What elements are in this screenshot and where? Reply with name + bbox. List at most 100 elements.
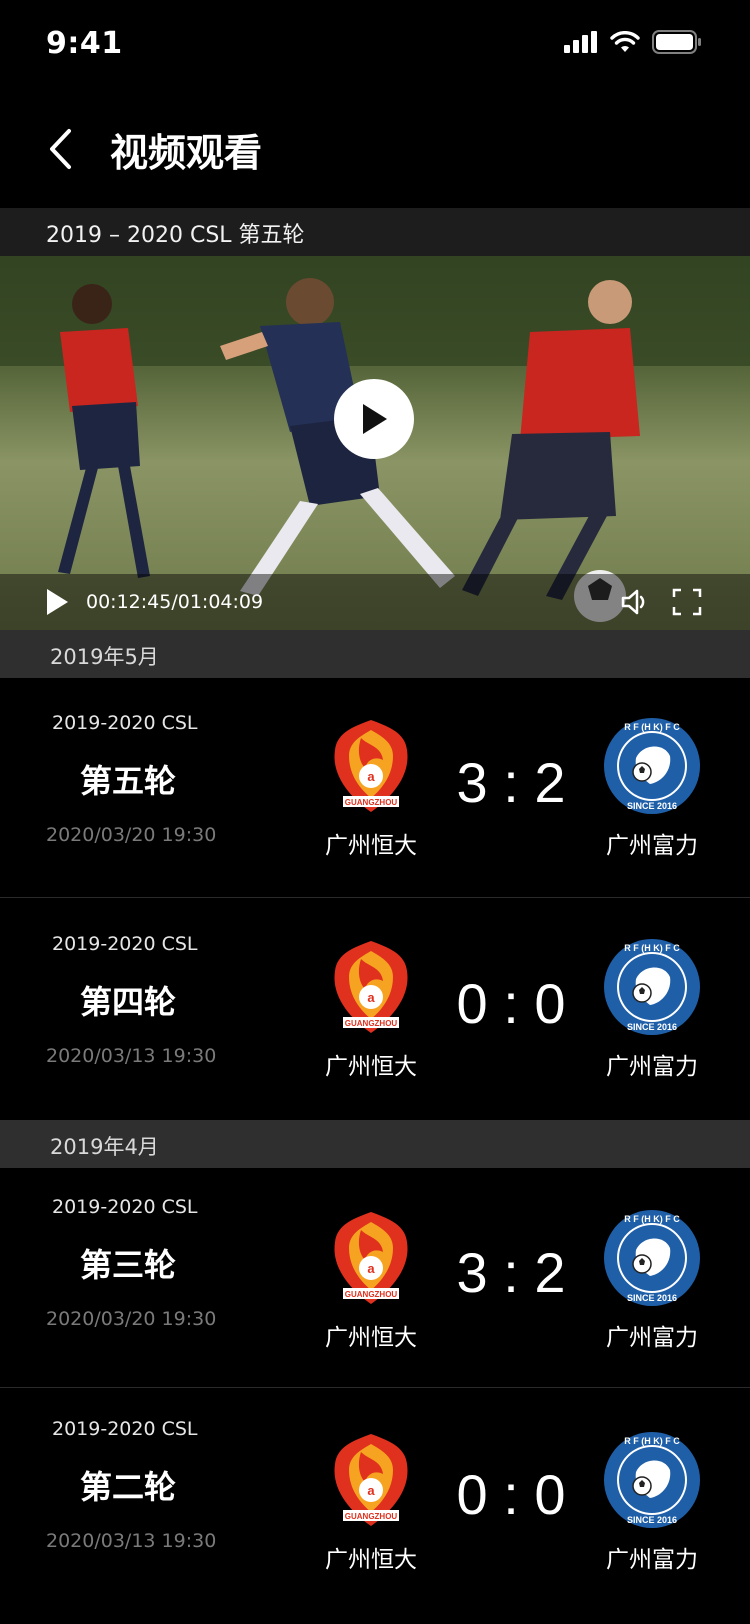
score-separator: : (503, 1241, 535, 1304)
svg-text:GUANGZHOU: GUANGZHOU (345, 1512, 398, 1521)
home-score: 0 (456, 972, 488, 1035)
guangzhou-evergrande-logo: a GUANGZHOU (334, 720, 408, 812)
home-team: a GUANGZHOU 广州恒大 (296, 937, 446, 1081)
match-score: 3 : 2 (452, 1240, 570, 1305)
match-league: 2019-2020 CSL (52, 1418, 198, 1440)
status-bar: 9:41 (0, 0, 750, 90)
back-button[interactable] (40, 124, 80, 174)
home-team: a GUANGZHOU 广州恒大 (296, 1430, 446, 1574)
match-score: 0 : 0 (452, 1462, 570, 1527)
fullscreen-icon (672, 588, 702, 616)
status-icons (564, 30, 702, 54)
video-player[interactable]: 00:12:45/01:04:09 (0, 256, 750, 630)
away-team: R F (H K) F C SINCE 2016 广州富力 (577, 1430, 727, 1574)
away-team-name: 广州富力 (606, 1547, 698, 1573)
cellular-signal-icon (564, 31, 597, 53)
guangzhou-evergrande-logo: a GUANGZHOU (334, 1434, 408, 1526)
control-play-button[interactable] (44, 588, 70, 620)
play-icon (47, 589, 68, 615)
svg-text:a: a (367, 990, 375, 1005)
match-round: 第五轮 (80, 762, 177, 800)
svg-text:SINCE 2016: SINCE 2016 (627, 1293, 677, 1303)
divider (0, 897, 750, 898)
month-header: 2019年4月 (0, 1120, 750, 1168)
volume-button[interactable] (620, 588, 650, 620)
svg-text:R F (H K) F C: R F (H K) F C (624, 722, 680, 732)
svg-text:R F (H K) F C: R F (H K) F C (624, 1214, 680, 1224)
nav-bar: 视频观看 (0, 100, 750, 200)
guangzhou-rf-logo: R F (H K) F C SINCE 2016 (604, 939, 700, 1035)
divider (0, 1387, 750, 1388)
match-score: 0 : 0 (452, 971, 570, 1036)
home-team-name: 广州恒大 (325, 833, 417, 859)
away-team: R F (H K) F C SINCE 2016 广州富力 (577, 1208, 727, 1352)
guangzhou-rf-logo: R F (H K) F C SINCE 2016 (604, 1432, 700, 1528)
match-date: 2020/03/13 19:30 (46, 1530, 217, 1552)
score-separator: : (503, 1463, 535, 1526)
svg-text:a: a (367, 769, 375, 784)
away-team-name: 广州富力 (606, 1054, 698, 1080)
match-card[interactable]: 2019-2020 CSL 第二轮 2020/03/13 19:30 a GUAN… (0, 1390, 750, 1610)
wifi-icon (610, 31, 640, 52)
svg-text:SINCE 2016: SINCE 2016 (627, 1022, 677, 1032)
video-controls: 00:12:45/01:04:09 (0, 574, 750, 630)
match-league: 2019-2020 CSL (52, 933, 198, 955)
battery-icon (652, 30, 701, 54)
status-time: 9:41 (46, 26, 123, 61)
month-label: 2019年4月 (50, 1135, 159, 1159)
away-team: R F (H K) F C SINCE 2016 广州富力 (577, 937, 727, 1081)
match-card[interactable]: 2019-2020 CSL 第四轮 2020/03/13 19:30 a GUAN… (0, 899, 750, 1119)
video-play-button[interactable] (334, 379, 414, 459)
month-label: 2019年5月 (50, 645, 159, 669)
away-team-name: 广州富力 (606, 833, 698, 859)
guangzhou-evergrande-logo: a GUANGZHOU (334, 1212, 408, 1304)
guangzhou-rf-logo: R F (H K) F C SINCE 2016 (604, 1210, 700, 1306)
home-team: a GUANGZHOU 广州恒大 (296, 716, 446, 860)
video-title-bar: 2019 – 2020 CSL 第五轮 (0, 208, 750, 256)
video-time: 00:12:45/01:04:09 (86, 591, 264, 613)
away-score: 2 (534, 751, 566, 814)
month-header: 2019年5月 (0, 630, 750, 678)
svg-text:SINCE 2016: SINCE 2016 (627, 801, 677, 811)
match-date: 2020/03/13 19:30 (46, 1045, 217, 1067)
match-date: 2020/03/20 19:30 (46, 824, 217, 846)
svg-text:R F (H K) F C: R F (H K) F C (624, 943, 680, 953)
play-icon (363, 404, 387, 434)
match-round: 第二轮 (80, 1468, 177, 1506)
page-title: 视频观看 (110, 131, 263, 175)
away-team-name: 广州富力 (606, 1325, 698, 1351)
chevron-left-icon (50, 129, 71, 169)
match-card[interactable]: 2019-2020 CSL 第三轮 2020/03/20 19:30 a GUAN… (0, 1168, 750, 1388)
home-score: 0 (456, 1463, 488, 1526)
home-score: 3 (456, 751, 488, 814)
svg-text:GUANGZHOU: GUANGZHOU (345, 1019, 398, 1028)
home-team-name: 广州恒大 (325, 1547, 417, 1573)
home-score: 3 (456, 1241, 488, 1304)
svg-text:GUANGZHOU: GUANGZHOU (345, 1290, 398, 1299)
match-round: 第三轮 (80, 1246, 177, 1284)
svg-text:R F (H K) F C: R F (H K) F C (624, 1436, 680, 1446)
home-team-name: 广州恒大 (325, 1325, 417, 1351)
away-score: 0 (534, 1463, 566, 1526)
home-team-name: 广州恒大 (325, 1054, 417, 1080)
guangzhou-rf-logo: R F (H K) F C SINCE 2016 (604, 718, 700, 814)
guangzhou-evergrande-logo: a GUANGZHOU (334, 941, 408, 1033)
fullscreen-button[interactable] (672, 588, 702, 620)
svg-text:GUANGZHOU: GUANGZHOU (345, 798, 398, 807)
score-separator: : (503, 751, 535, 814)
score-separator: : (503, 972, 535, 1035)
home-team: a GUANGZHOU 广州恒大 (296, 1208, 446, 1352)
away-team: R F (H K) F C SINCE 2016 广州富力 (577, 716, 727, 860)
volume-icon (621, 589, 645, 615)
match-league: 2019-2020 CSL (52, 1196, 198, 1218)
match-league: 2019-2020 CSL (52, 712, 198, 734)
match-card[interactable]: 2019-2020 CSL 第五轮 2020/03/20 19:30 a GUAN… (0, 678, 750, 898)
svg-text:a: a (367, 1261, 375, 1276)
svg-text:a: a (367, 1483, 375, 1498)
match-round: 第四轮 (80, 983, 177, 1021)
match-date: 2020/03/20 19:30 (46, 1308, 217, 1330)
video-title: 2019 – 2020 CSL 第五轮 (46, 223, 305, 248)
away-score: 2 (534, 1241, 566, 1304)
match-score: 3 : 2 (452, 750, 570, 815)
away-score: 0 (534, 972, 566, 1035)
